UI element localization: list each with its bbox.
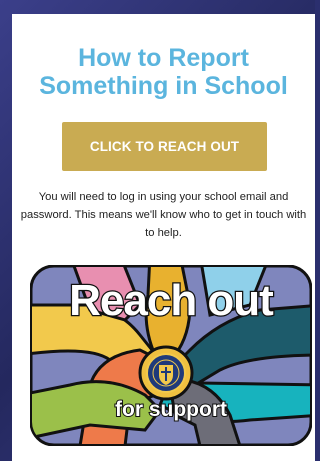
content-card: How to Report Something in School CLICK … [12,14,315,461]
reach-out-button[interactable]: CLICK TO REACH OUT [62,122,267,171]
login-instructions: You will need to log in using your schoo… [20,191,307,239]
reach-out-banner[interactable]: Reach out for support [29,264,313,447]
banner-sub-text: for support [114,397,228,422]
page-title: How to Report Something in School [39,44,288,100]
banner-main-text: Reach out [68,275,275,327]
school-crest-icon [146,353,186,393]
